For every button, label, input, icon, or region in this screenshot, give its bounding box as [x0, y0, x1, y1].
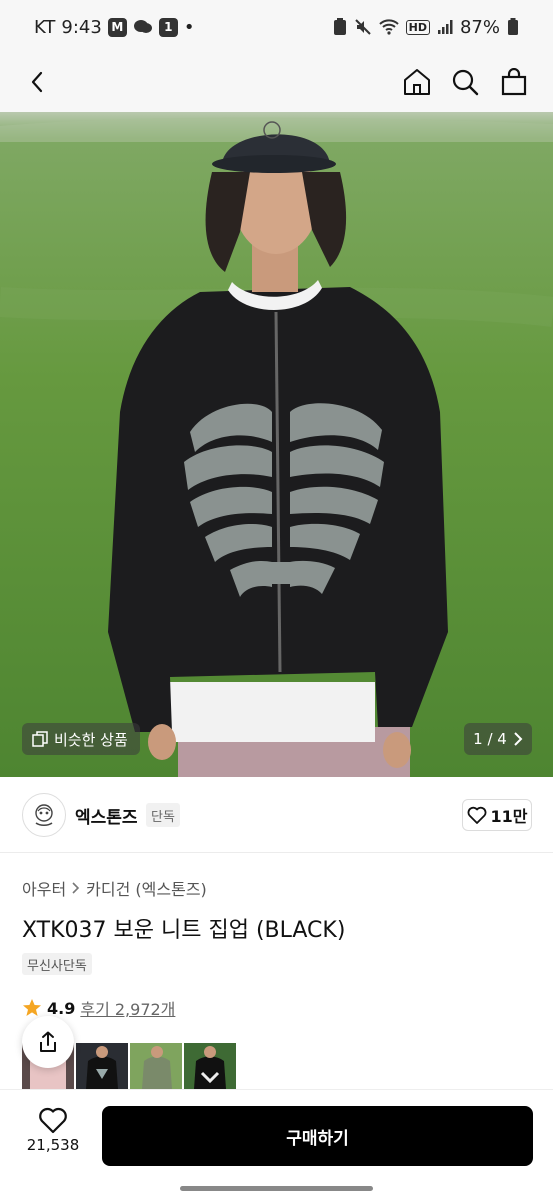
product-title: XTK037 보운 니트 집업 (BLACK): [22, 918, 346, 943]
brand-like-button[interactable]: 11만: [462, 799, 532, 831]
status-right: HD 87%: [333, 17, 519, 38]
buy-button[interactable]: 구매하기: [102, 1106, 533, 1166]
home-icon: [404, 69, 430, 95]
carrier: KT: [34, 16, 56, 38]
breadcrumb: 아우터 카디건 (엑스톤즈): [22, 876, 207, 900]
back-icon: [31, 71, 43, 93]
breadcrumb-subcategory[interactable]: 카디건 (엑스톤즈): [86, 876, 207, 900]
review-thumbnail[interactable]: [184, 1043, 236, 1089]
home-button[interactable]: [395, 60, 439, 104]
data-saver-icon: [333, 18, 347, 36]
page-indicator-text: 1 / 4: [473, 730, 507, 748]
review-thumbnail-image: [184, 1043, 236, 1089]
battery-percent: 87%: [459, 16, 500, 38]
count-notification-icon: 1: [158, 17, 178, 37]
review-thumbnail-image: [76, 1043, 128, 1089]
home-indicator[interactable]: [180, 1186, 373, 1191]
wifi-icon: [378, 19, 399, 35]
breadcrumb-category[interactable]: 아우터: [22, 876, 66, 900]
heart-icon: [39, 1107, 67, 1134]
brand-name[interactable]: 엑스톤즈: [75, 803, 138, 828]
wishlist-button[interactable]: 21,538: [22, 1106, 84, 1166]
chevron-right-icon: [514, 732, 523, 746]
status-bar: KT 9:43 M 1 • HD 87%: [0, 0, 553, 54]
heart-icon: [467, 806, 486, 824]
search-button[interactable]: [443, 60, 487, 104]
review-thumbnail-image: [130, 1043, 182, 1089]
cart-button[interactable]: [492, 60, 536, 104]
chevron-right-icon: [72, 882, 80, 894]
app-header: [0, 54, 553, 112]
review-thumbnail[interactable]: [76, 1043, 128, 1089]
musinsa-exclusive-tag: 무신사단독: [22, 953, 92, 975]
mail-notification-icon: M: [107, 17, 127, 37]
brand-like-count: 11만: [490, 807, 528, 826]
brand-logo[interactable]: [22, 793, 66, 837]
clock: 9:43: [61, 16, 102, 38]
image-page-indicator[interactable]: 1 / 4: [464, 723, 532, 755]
mute-icon: [354, 18, 372, 36]
copy-icon: [32, 731, 48, 747]
product-photo: [0, 112, 553, 777]
exclusive-badge: 단독: [146, 803, 180, 827]
bag-icon: [501, 68, 527, 96]
similar-products-button[interactable]: 비슷한 상품: [22, 723, 140, 755]
brand-row: 엑스톤즈 단독 11만: [0, 777, 553, 853]
share-icon: [40, 1031, 56, 1052]
wishlist-count: 21,538: [26, 1136, 80, 1154]
search-icon: [452, 69, 479, 96]
signal-icon: [437, 19, 453, 35]
star-icon: [23, 999, 41, 1016]
similar-products-label: 비슷한 상품: [54, 730, 128, 749]
reviews-link[interactable]: 후기 2,972개: [80, 996, 175, 1020]
back-button[interactable]: [16, 60, 60, 104]
rating-value: 4.9: [47, 998, 76, 1018]
bottom-action-bar: 21,538 구매하기: [0, 1089, 553, 1177]
brand-logo-graphic: [35, 804, 53, 827]
status-left: KT 9:43 M 1 •: [34, 17, 194, 38]
hd-voice-icon: HD: [405, 19, 430, 35]
product-image-carousel[interactable]: 비슷한 상품 1 / 4: [0, 112, 553, 777]
chat-notification-icon: [133, 18, 153, 36]
battery-icon: [507, 18, 519, 36]
more-notifications-dot: •: [183, 16, 195, 38]
review-thumbnail[interactable]: [130, 1043, 182, 1089]
share-button[interactable]: [22, 1016, 74, 1068]
